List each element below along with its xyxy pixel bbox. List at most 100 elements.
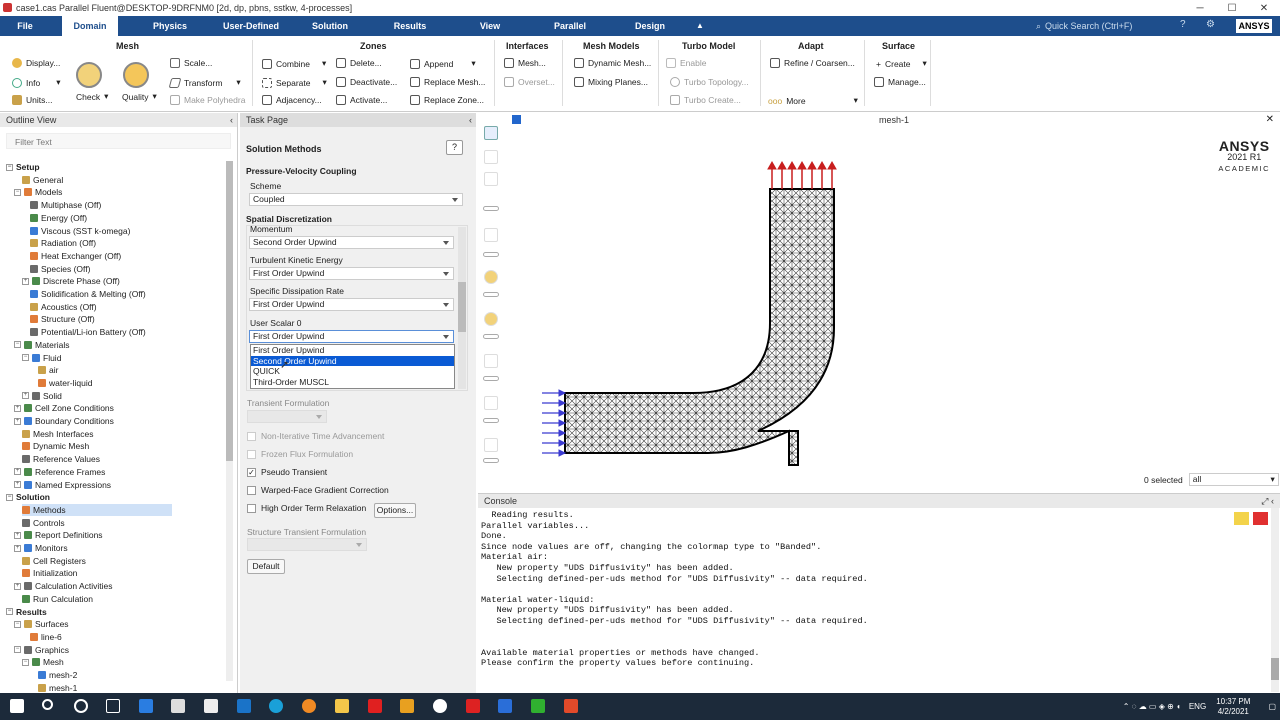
scale-button[interactable]: Scale...: [170, 58, 212, 68]
file-explorer-icon[interactable]: [335, 699, 349, 713]
menu-design[interactable]: Design: [628, 16, 672, 36]
copy-image-icon[interactable]: [484, 396, 498, 410]
deactivate-button[interactable]: Deactivate...: [336, 77, 397, 87]
transform-button[interactable]: Transform ▾: [168, 77, 241, 88]
close-button[interactable]: ✕: [1248, 0, 1280, 16]
search-icon[interactable]: [42, 699, 53, 710]
tray-icons[interactable]: ⌃ ◌ ☁ ▭ ◈ ⊕ ◖: [1123, 702, 1181, 711]
check-icon[interactable]: [76, 62, 102, 88]
make-polyhedra-button[interactable]: Make Polyhedra: [170, 95, 245, 105]
pan-tool-icon[interactable]: [484, 172, 498, 186]
menu-solution[interactable]: Solution: [306, 16, 354, 36]
expand-icon[interactable]: +: [22, 392, 29, 400]
frozen-flux-checkbox[interactable]: Frozen Flux Formulation: [247, 449, 353, 459]
menu-file[interactable]: File: [10, 16, 40, 36]
tree-item[interactable]: line-6: [30, 631, 62, 643]
calendar-app-icon[interactable]: [171, 699, 185, 713]
default-button[interactable]: Default: [247, 559, 285, 574]
eye-visibility-icon[interactable]: [484, 438, 498, 452]
tree-item[interactable]: Methods: [22, 503, 172, 516]
warning-icon[interactable]: [1234, 512, 1249, 525]
append-button[interactable]: Append ▾: [410, 58, 476, 69]
expand-icon[interactable]: +: [14, 544, 21, 552]
notification-icon[interactable]: ▢: [1268, 702, 1276, 711]
collapse-icon[interactable]: −: [14, 341, 21, 349]
console-output[interactable]: Reading results. Parallel variables... D…: [478, 508, 1280, 671]
expand-icon[interactable]: +: [14, 417, 21, 425]
maps-icon[interactable]: [433, 699, 447, 713]
units-button[interactable]: Units...: [12, 95, 52, 105]
pseudo-transient-checkbox[interactable]: ✓ Pseudo Transient: [247, 467, 327, 477]
tree-item[interactable]: − Graphics: [14, 644, 69, 656]
console-scrollbar[interactable]: [1271, 508, 1279, 692]
tree-item[interactable]: Acoustics (Off): [30, 301, 97, 313]
tree-item[interactable]: Radiation (Off): [30, 237, 96, 249]
surface-create-button[interactable]: + Create ▾: [876, 58, 927, 69]
view-orientation-icon[interactable]: [484, 312, 498, 326]
pdf-reader-icon[interactable]: [466, 699, 480, 713]
refine-coarsen-button[interactable]: Refine / Coarsen...: [770, 58, 855, 68]
replace-mesh-button[interactable]: Replace Mesh...: [410, 77, 485, 87]
collapse-icon[interactable]: −: [14, 646, 21, 654]
expand-icon[interactable]: +: [14, 404, 21, 412]
tree-item[interactable]: − Materials: [14, 339, 69, 351]
ruler-tool-icon[interactable]: [484, 354, 498, 368]
console-panel[interactable]: Console ⤢ ‹ Reading results. Parallel var…: [478, 493, 1280, 693]
tree-item[interactable]: + Discrete Phase (Off): [22, 275, 120, 287]
transient-formulation-select[interactable]: [247, 410, 327, 423]
check-button[interactable]: Check ▾: [76, 91, 108, 102]
non-iterative-checkbox[interactable]: Non-Iterative Time Advancement: [247, 431, 384, 441]
delete-button[interactable]: Delete...: [336, 58, 382, 68]
separate-button[interactable]: Separate ▾: [262, 77, 327, 88]
quick-search[interactable]: ⌕ Quick Search (Ctrl+F): [1036, 19, 1166, 33]
expand-icon[interactable]: +: [14, 481, 21, 488]
menu-parallel[interactable]: Parallel: [546, 16, 594, 36]
green-app-icon[interactable]: [531, 699, 545, 713]
collapse-task-icon[interactable]: ‹: [469, 113, 472, 127]
tree-item[interactable]: + Report Definitions: [14, 529, 103, 541]
options-button[interactable]: Options...: [374, 503, 416, 518]
high-order-relaxation-checkbox[interactable]: High Order Term Relaxation: [247, 503, 366, 513]
collapse-outline-icon[interactable]: ‹: [230, 113, 233, 127]
quality-icon[interactable]: [123, 62, 149, 88]
collapse-icon[interactable]: −: [22, 658, 29, 666]
tree-item[interactable]: Energy (Off): [30, 212, 87, 224]
tree-item[interactable]: − Models: [14, 186, 62, 198]
collapse-icon[interactable]: −: [14, 620, 21, 628]
tree-item[interactable]: General: [22, 174, 63, 186]
expand-icon[interactable]: +: [22, 277, 29, 285]
quality-button[interactable]: Quality ▾: [122, 91, 157, 102]
collapse-icon[interactable]: −: [6, 608, 13, 615]
menu-physics[interactable]: Physics: [148, 16, 192, 36]
dynamic-mesh-button[interactable]: Dynamic Mesh...: [574, 58, 651, 68]
task-view-icon[interactable]: [106, 699, 120, 713]
tke-select[interactable]: First Order Upwind: [249, 267, 454, 280]
tree-item[interactable]: Mesh Interfaces: [22, 428, 93, 440]
menu-domain[interactable]: Domain: [62, 16, 118, 36]
warped-face-checkbox[interactable]: Warped-Face Gradient Correction: [247, 485, 389, 495]
more-button[interactable]: ooo More ▾: [768, 95, 858, 106]
collapse-icon[interactable]: −: [6, 163, 13, 171]
graphics-window[interactable]: mesh-1 ✕ ANSYS 2021 R1 ACADEMIC 0 select…: [508, 113, 1280, 493]
momentum-select[interactable]: Second Order Upwind: [249, 236, 454, 249]
fluent-taskbar-icon[interactable]: [498, 699, 512, 713]
tree-item[interactable]: − Setup: [6, 161, 40, 173]
sdr-select[interactable]: First Order Upwind: [249, 298, 454, 311]
filter-text-input[interactable]: Filter Text: [6, 133, 231, 149]
tree-item[interactable]: + Monitors: [14, 542, 68, 554]
expand-icon[interactable]: +: [14, 582, 21, 590]
tree-item[interactable]: Viscous (SST k-omega): [30, 225, 130, 237]
tree-item[interactable]: Multiphase (Off): [30, 199, 101, 211]
tree-item[interactable]: water-liquid: [38, 377, 92, 389]
tree-item[interactable]: + Solid: [22, 390, 62, 402]
display-button[interactable]: Display...: [12, 58, 60, 68]
tree-item[interactable]: Species (Off): [30, 263, 90, 275]
tree-item[interactable]: Structure (Off): [30, 313, 95, 325]
zoom-tool-icon[interactable]: [484, 228, 498, 242]
calculator-icon[interactable]: [139, 699, 153, 713]
activate-button[interactable]: Activate...: [336, 95, 387, 105]
red-app-icon[interactable]: [564, 699, 578, 713]
collapse-icon[interactable]: −: [14, 188, 21, 196]
tree-item[interactable]: Reference Values: [22, 453, 100, 465]
overset-button[interactable]: Overset...: [504, 77, 555, 87]
